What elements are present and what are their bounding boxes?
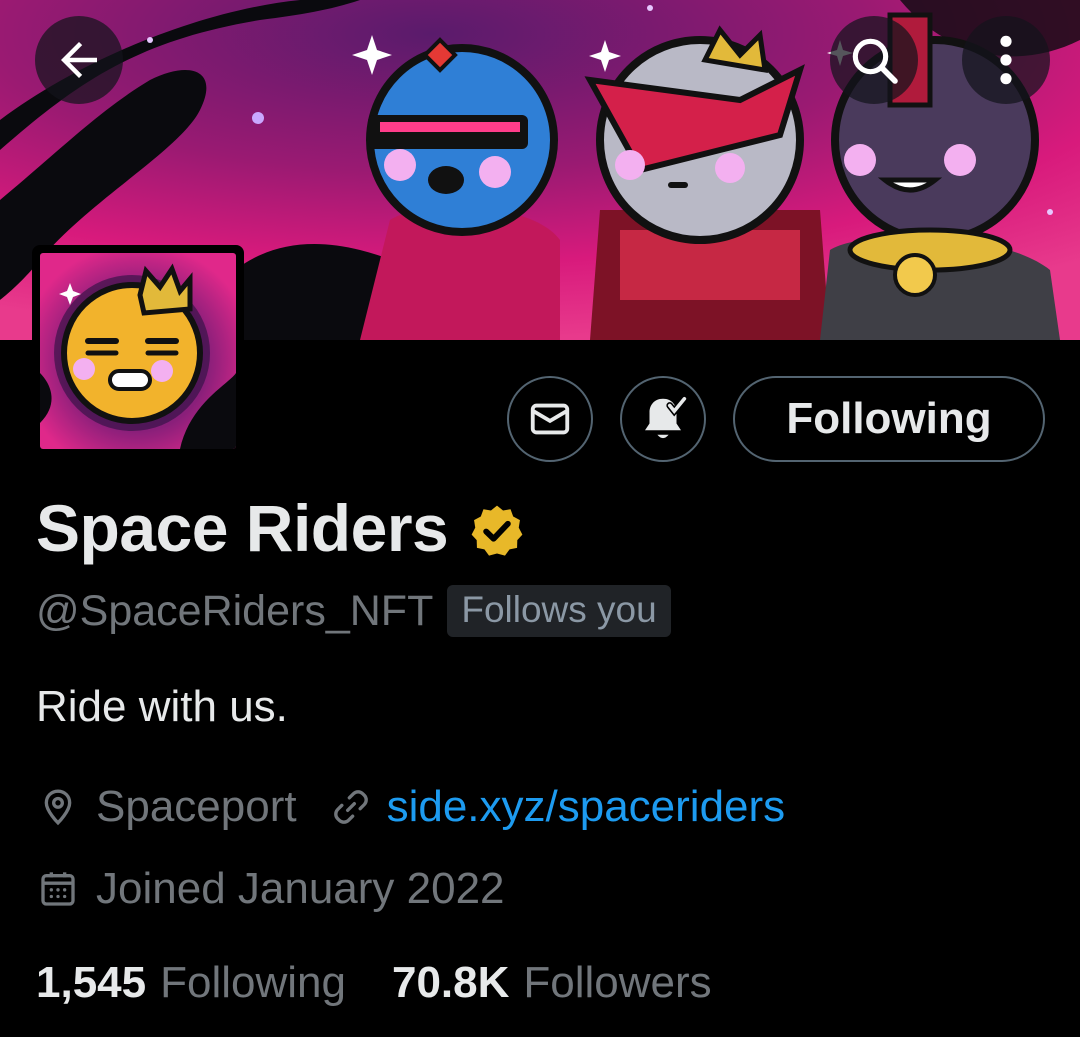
handle-row: @SpaceRiders_NFT Follows you	[36, 585, 671, 637]
profile-name-row: Space Riders	[36, 490, 526, 566]
envelope-icon	[530, 403, 570, 435]
profile-website-link[interactable]: side.xyz/spaceriders	[387, 782, 786, 832]
bell-check-icon	[645, 395, 688, 439]
following-stat[interactable]: 1,545 Following	[36, 958, 346, 1008]
profile-location: Spaceport	[96, 782, 297, 831]
more-button[interactable]	[962, 16, 1050, 104]
search-button[interactable]	[830, 16, 918, 104]
joined-row: Joined January 2022	[38, 864, 505, 914]
followers-label: Followers	[523, 958, 712, 1007]
calendar-icon	[41, 872, 75, 906]
message-button[interactable]	[507, 376, 593, 462]
profile-meta-row: Spaceport side.xyz/spaceriders	[38, 782, 785, 832]
more-vertical-icon	[1000, 35, 1012, 85]
avatar-image	[40, 253, 236, 449]
following-button[interactable]: Following	[733, 376, 1045, 462]
followers-stat[interactable]: 70.8K Followers	[392, 958, 712, 1008]
following-label: Following	[160, 958, 346, 1007]
link-icon	[333, 790, 368, 824]
follows-you-badge: Follows you	[447, 585, 671, 637]
following-count: 1,545	[36, 958, 147, 1007]
profile-avatar[interactable]	[32, 245, 244, 457]
followers-count: 70.8K	[391, 958, 510, 1007]
profile-stats: 1,545 Following 70.8K Followers	[36, 958, 712, 1008]
search-icon	[852, 38, 898, 84]
verified-badge-icon	[471, 505, 523, 556]
profile-display-name: Space Riders	[36, 491, 449, 565]
arrow-left-icon	[61, 42, 97, 78]
location-pin-icon	[44, 789, 72, 826]
profile-joined-date: Joined January 2022	[96, 864, 505, 913]
profile-handle: @SpaceRiders_NFT	[36, 586, 434, 635]
profile-bio: Ride with us.	[36, 682, 288, 731]
back-button[interactable]	[35, 16, 123, 104]
notifications-button[interactable]	[620, 376, 706, 462]
